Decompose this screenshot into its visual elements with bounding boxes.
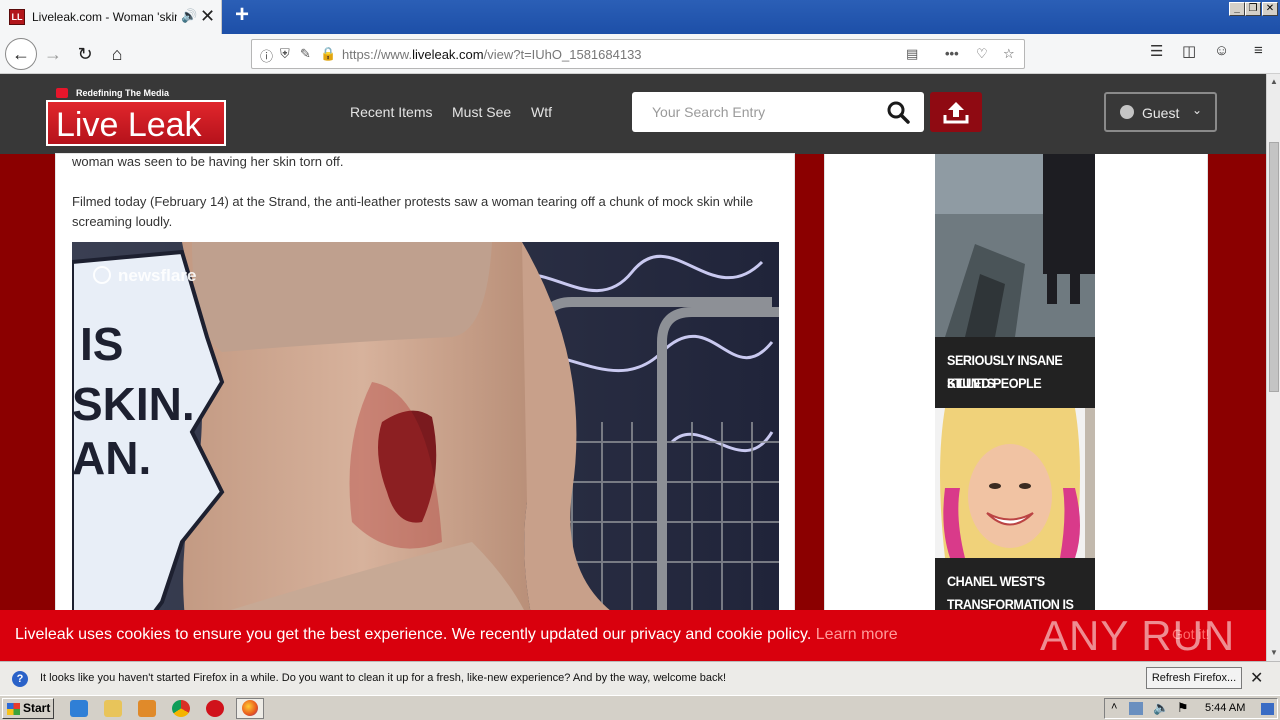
bookmark-star-icon[interactable]: ☆ [1003,46,1015,62]
learn-more-link[interactable]: Learn more [816,626,898,643]
search-input[interactable] [632,92,882,132]
network-icon[interactable] [1129,702,1143,715]
logo-live: Live [56,106,119,144]
protest-sign-line-2: SKIN. [72,378,195,430]
user-icon [1120,105,1134,119]
web-page: Redefining The Media Live Leak Recent It… [0,74,1266,661]
forward-arrow-icon[interactable]: → [38,39,68,69]
search-icon[interactable] [886,100,910,124]
windows-taskbar: Start ˄ 🔈 ⚑ 5:44 AM [0,695,1280,720]
liveleak-logo[interactable]: Redefining The Media Live Leak [46,88,226,146]
close-window-icon[interactable]: ✕ [1262,2,1278,16]
action-center-flag-icon[interactable]: ⚑ [1177,700,1189,716]
guest-label: Guest [1142,105,1180,121]
article-paragraph-1: woman was seen to be having her skin tor… [72,154,344,169]
upload-button[interactable] [930,92,982,132]
restore-window-icon[interactable]: ❐ [1245,2,1261,16]
system-tray: ˄ 🔈 ⚑ 5:44 AM [1104,698,1278,719]
protest-sign-line-1: IS [80,318,123,370]
refresh-firefox-button[interactable]: Refresh Firefox... [1146,667,1242,689]
home-icon[interactable]: ⌂ [102,39,132,69]
card-caption-line2: KILLED PEOPLE [947,375,1042,391]
reader-view-icon[interactable]: ▤ [906,46,918,62]
article-column: woman was seen to be having her skin tor… [56,154,794,661]
firefox-taskbar-button[interactable] [236,698,264,719]
tracking-shield-icon[interactable]: ⛨ [280,46,290,62]
page-scrollbar[interactable]: ▲ ▼ [1266,74,1280,661]
hamburger-menu-icon[interactable]: ≡ [1254,42,1263,59]
pocket-icon[interactable]: ♡ [976,46,988,62]
card-thumbnail [935,408,1095,558]
firefox-icon [242,700,258,716]
ie-icon[interactable] [70,700,88,717]
account-icon[interactable]: ☺ [1214,42,1229,59]
scroll-down-icon[interactable]: ▼ [1268,647,1280,659]
nav-recent-items[interactable]: Recent Items [350,104,432,120]
upload-icon [943,102,969,124]
site-header: Redefining The Media Live Leak Recent It… [0,74,1266,154]
info-icon[interactable]: ⓘ [260,46,273,65]
url-bar[interactable]: ⓘ ⛨ ✎ 🔒 https://www.liveleak.com/view?t=… [251,39,1025,69]
lock-icon[interactable]: 🔒 [320,46,336,62]
tray-expand-icon[interactable]: ˄ [1111,701,1117,713]
chevron-down-icon: ⌄ [1192,103,1203,117]
library-icon[interactable]: ☰ [1150,42,1163,60]
back-arrow-icon[interactable]: ← [5,38,37,70]
tv-mark-icon [56,88,68,98]
video-watermark: newsflare [118,266,196,285]
scrollbar-thumb[interactable] [1269,142,1279,392]
media-player-icon[interactable] [138,700,156,717]
show-desktop-icon[interactable] [1261,703,1274,715]
folder-icon[interactable] [104,700,122,717]
firefox-notification-bar: ? It looks like you haven't started Fire… [0,661,1280,695]
cookie-message: Liveleak uses cookies to ensure you get … [15,626,812,643]
site-tagline: Redefining The Media [58,88,226,100]
scroll-up-icon[interactable]: ▲ [1268,76,1280,88]
sidebar-card-stunts[interactable]: SERIOUSLY INSANE STUNTS KILLED PEOPLE [935,154,1095,408]
permissions-icon[interactable]: ✎ [300,46,311,62]
logo-leak: Leak [127,106,202,144]
opera-icon[interactable] [206,700,224,717]
video-frame: IS SKIN. AN. newsflare [72,242,779,661]
clock[interactable]: 5:44 AM [1205,702,1245,714]
anyrun-watermark: ANY RUN [1040,612,1236,659]
windows-flag-icon [7,703,20,715]
reload-icon[interactable]: ↻ [70,39,100,69]
tab-strip: LL Liveleak.com - Woman 'skinned' alive … [0,0,1280,34]
video-player[interactable]: IS SKIN. AN. newsflare [72,242,779,661]
url-text[interactable]: https://www.liveleak.com/view?t=IUhO_158… [342,47,642,62]
navigation-toolbar: ← → ↻ ⌂ ⓘ ⛨ ✎ 🔒 https://www.liveleak.com… [0,34,1280,74]
card-thumbnail [935,154,1095,337]
card-caption-line1: CHANEL WEST'S [947,573,1045,589]
minimize-window-icon[interactable]: _ [1229,2,1245,16]
start-label: Start [23,701,51,715]
liveleak-favicon-icon: LL [9,9,25,25]
tab-close-icon[interactable]: ✕ [200,6,215,26]
search-box [632,92,924,132]
sidebar: SERIOUSLY INSANE STUNTS KILLED PEOPLE CH… [824,154,1208,661]
browser-tab-active[interactable]: LL Liveleak.com - Woman 'skinned' alive … [0,0,222,34]
tab-title: Liveleak.com - Woman 'skinned' alive [32,10,177,24]
notification-close-icon[interactable]: ✕ [1250,668,1263,688]
page-actions-icon[interactable]: ••• [945,46,959,61]
protest-sign-line-3: AN. [72,432,151,484]
nav-wtf[interactable]: Wtf [531,104,552,120]
article-paragraph-2: Filmed today (February 14) at the Strand… [72,194,754,229]
notification-text: It looks like you haven't started Firefo… [40,672,727,684]
info-icon: ? [12,671,28,687]
volume-icon[interactable]: 🔈 [1153,700,1169,716]
chrome-icon[interactable] [172,700,190,717]
new-tab-plus-icon[interactable]: + [230,3,254,27]
sidebar-icon[interactable]: ◫ [1182,42,1196,60]
nav-must-see[interactable]: Must See [452,104,511,120]
guest-account-dropdown[interactable]: Guest ⌄ [1104,92,1217,132]
speaker-icon[interactable]: 🔊 [181,8,197,24]
start-button[interactable]: Start [2,698,54,719]
